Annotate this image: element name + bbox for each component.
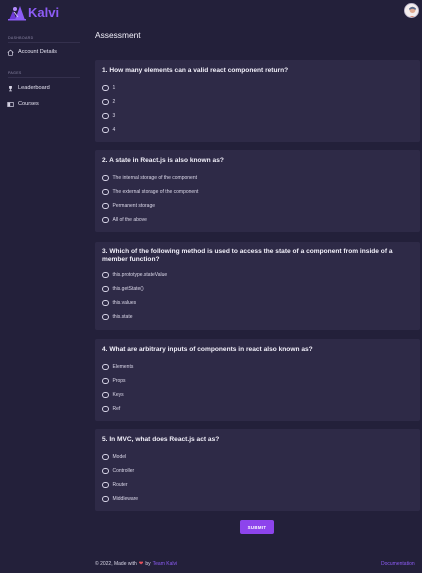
answer-option[interactable]: The external storage of the component	[102, 185, 420, 199]
radio-button[interactable]	[102, 112, 109, 120]
radio-button[interactable]	[102, 495, 109, 503]
radio-button[interactable]	[102, 271, 109, 279]
footer-copyright: © 2022, Made with	[95, 561, 137, 567]
option-label: Ref	[112, 406, 121, 412]
radio-button[interactable]	[102, 202, 109, 210]
section-divider	[8, 42, 80, 43]
option-label: this.state	[112, 314, 133, 320]
answer-option[interactable]: Keys	[102, 388, 420, 402]
answer-option[interactable]: Controller	[102, 464, 420, 478]
question-card: 1. How many elements can a valid react c…	[95, 60, 420, 142]
question-card: 4. What are arbitrary inputs of componen…	[95, 339, 420, 421]
question-text: 2. A state in React.js is also known as?	[102, 157, 224, 164]
section-label-pages: PAGES	[8, 71, 22, 75]
option-label: 4	[112, 127, 116, 133]
sidebar-item-leaderboard[interactable]: Leaderboard	[7, 83, 50, 93]
answer-option[interactable]: Middleware	[102, 492, 420, 506]
answer-option[interactable]: The internal storage of the component	[102, 171, 420, 185]
option-label: this.prototype.stateValue	[112, 272, 168, 278]
answer-option[interactable]: Ref	[102, 402, 420, 416]
user-avatar-icon	[405, 4, 418, 17]
answer-option[interactable]: 1	[102, 81, 420, 95]
radio-button[interactable]	[102, 299, 109, 307]
radio-button[interactable]	[102, 126, 109, 134]
heart-icon: ❤	[138, 561, 144, 567]
option-label: 3	[112, 113, 116, 119]
option-label: Props	[112, 378, 126, 384]
answer-option[interactable]: this.prototype.stateValue	[102, 268, 420, 282]
sidebar-item-label: Leaderboard	[18, 85, 50, 91]
team-link[interactable]: Team Kalvi	[153, 561, 177, 567]
section-divider	[8, 77, 80, 78]
radio-button[interactable]	[102, 98, 109, 106]
answer-option[interactable]: 4	[102, 123, 420, 137]
sidebar-item-account-details[interactable]: Account Details	[7, 47, 57, 57]
question-text: 3. Which of the following method is used…	[102, 248, 393, 263]
option-label: The external storage of the component	[112, 189, 199, 195]
answer-option[interactable]: this.getState()	[102, 282, 420, 296]
radio-button[interactable]	[102, 216, 109, 224]
answer-option[interactable]: Model	[102, 450, 420, 464]
answer-option[interactable]: Elements	[102, 360, 420, 374]
logo[interactable]: Kalvi	[7, 3, 59, 21]
trophy-icon	[9, 85, 12, 91]
sidebar-item-label: Account Details	[18, 49, 57, 55]
submit-button[interactable]: SUBMIT	[240, 520, 274, 534]
radio-button[interactable]	[102, 453, 109, 461]
option-label: this.getState()	[112, 286, 144, 292]
logo-icon	[8, 6, 26, 21]
answer-option[interactable]: this.state	[102, 310, 420, 324]
book-icon	[7, 101, 14, 107]
option-label: Model	[112, 454, 127, 460]
answer-option[interactable]: All of the above	[102, 213, 420, 227]
radio-button[interactable]	[102, 84, 109, 92]
radio-button[interactable]	[102, 313, 109, 321]
option-label: this.values	[112, 300, 137, 306]
brand-name: Kalvi	[28, 4, 60, 20]
page-title: Assessment	[95, 30, 141, 40]
radio-button[interactable]	[102, 467, 109, 475]
radio-button[interactable]	[102, 377, 109, 385]
option-label: The internal storage of the component	[112, 175, 198, 181]
section-label-dashboard: DASHBOARD	[8, 36, 34, 40]
question-text: 1. How many elements can a valid react c…	[102, 67, 289, 74]
sidebar-item-label: Courses	[18, 101, 39, 107]
answer-option[interactable]: Router	[102, 478, 420, 492]
footer-by: by	[145, 561, 151, 567]
radio-button[interactable]	[102, 481, 109, 489]
option-label: Router	[112, 482, 128, 488]
radio-button[interactable]	[102, 174, 109, 182]
home-icon	[7, 49, 14, 56]
answer-option[interactable]: 3	[102, 109, 420, 123]
question-card: 3. Which of the following method is used…	[95, 242, 420, 330]
answer-option[interactable]: Props	[102, 374, 420, 388]
answer-option[interactable]: this.values	[102, 296, 420, 310]
option-label: Elements	[112, 364, 134, 370]
radio-button[interactable]	[102, 285, 109, 293]
radio-button[interactable]	[102, 363, 109, 371]
question-text: 4. What are arbitrary inputs of componen…	[102, 346, 313, 353]
option-label: Permanent storage	[112, 203, 156, 209]
sidebar: Kalvi DASHBOARD Account Details PAGES Le…	[0, 0, 86, 573]
option-label: All of the above	[112, 217, 147, 223]
answer-option[interactable]: 2	[102, 95, 420, 109]
question-text: 5. In MVC, what does React.js act as?	[102, 436, 220, 443]
option-label: 1	[112, 85, 116, 91]
radio-button[interactable]	[102, 188, 109, 196]
radio-button[interactable]	[102, 405, 109, 413]
sidebar-item-courses[interactable]: Courses	[7, 99, 39, 109]
option-label: Controller	[112, 468, 135, 474]
answer-option[interactable]: Permanent storage	[102, 199, 420, 213]
option-label: Middleware	[112, 496, 139, 502]
question-card: 2. A state in React.js is also known as?…	[95, 150, 420, 232]
option-label: Keys	[112, 392, 124, 398]
option-label: 2	[112, 99, 116, 105]
documentation-link[interactable]: Documentation	[381, 561, 415, 567]
radio-button[interactable]	[102, 391, 109, 399]
avatar[interactable]	[404, 3, 419, 18]
question-card: 5. In MVC, what does React.js act as? Mo…	[95, 429, 420, 511]
footer: © 2022, Made with ❤ by Team Kalvi	[95, 561, 177, 567]
